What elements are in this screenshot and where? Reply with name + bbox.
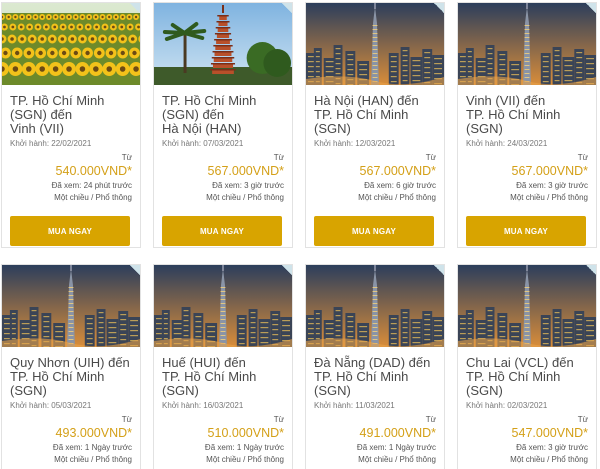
flight-card[interactable]: Chu Lai (VCL) đến TP. Hồ Chí Minh (SGN) … <box>457 264 597 469</box>
corner-fold-icon <box>130 3 140 13</box>
from-label: Từ <box>577 153 588 162</box>
route-title: Quy Nhơn (UIH) đến TP. Hồ Chí Minh (SGN) <box>10 355 130 398</box>
destination-photo <box>458 3 596 85</box>
from-label: Từ <box>273 415 284 424</box>
viewed-time: Đã xem: 1 Ngày trước <box>204 443 284 452</box>
fare-type: Một chiều / Phổ thông <box>206 193 284 202</box>
route-title: Vinh (VII) đến TP. Hồ Chí Minh (SGN) <box>466 93 561 136</box>
buy-now-button[interactable]: MUA NGAY <box>466 216 586 246</box>
corner-fold-icon <box>586 3 596 13</box>
viewed-time: Đã xem: 24 phút trước <box>51 181 132 190</box>
fare-type: Một chiều / Phổ thông <box>510 193 588 202</box>
route-title: Chu Lai (VCL) đến TP. Hồ Chí Minh (SGN) <box>466 355 574 398</box>
departure-date: Khởi hành: 22/02/2021 <box>10 139 92 148</box>
route-title: Đà Nẵng (DAD) đến TP. Hồ Chí Minh (SGN) <box>314 355 431 398</box>
fare-type: Một chiều / Phổ thông <box>510 455 588 464</box>
destination-photo <box>306 3 444 85</box>
departure-date: Khởi hành: 12/03/2021 <box>314 139 396 148</box>
city-image <box>154 265 292 347</box>
corner-fold-icon <box>130 265 140 275</box>
city-image <box>2 265 140 347</box>
city-image <box>458 265 596 347</box>
price: 567.000VND* <box>207 164 284 178</box>
route-title: TP. Hồ Chí Minh (SGN) đến Vinh (VII) <box>10 93 105 136</box>
from-label: Từ <box>121 153 132 162</box>
destination-photo <box>458 265 596 347</box>
fare-type: Một chiều / Phổ thông <box>358 193 436 202</box>
price: 491.000VND* <box>359 426 436 440</box>
flight-card[interactable]: Huế (HUI) đến TP. Hồ Chí Minh (SGN) Khởi… <box>153 264 293 469</box>
price: 493.000VND* <box>55 426 132 440</box>
fare-type: Một chiều / Phổ thông <box>206 455 284 464</box>
from-label: Từ <box>121 415 132 424</box>
corner-fold-icon <box>282 265 292 275</box>
viewed-time: Đã xem: 3 giờ trước <box>516 443 588 452</box>
corner-fold-icon <box>434 265 444 275</box>
route-title: TP. Hồ Chí Minh (SGN) đến Hà Nội (HAN) <box>162 93 257 136</box>
destination-photo <box>306 265 444 347</box>
viewed-time: Đã xem: 3 giờ trước <box>212 181 284 190</box>
city-image <box>306 3 444 85</box>
city-image <box>306 265 444 347</box>
city-image <box>458 3 596 85</box>
fare-type: Một chiều / Phổ thông <box>54 193 132 202</box>
route-title: Hà Nội (HAN) đến TP. Hồ Chí Minh (SGN) <box>314 93 419 136</box>
destination-photo <box>2 3 140 85</box>
departure-date: Khởi hành: 02/03/2021 <box>466 401 548 410</box>
flight-card[interactable]: Quy Nhơn (UIH) đến TP. Hồ Chí Minh (SGN)… <box>1 264 141 469</box>
buy-now-button[interactable]: MUA NGAY <box>10 216 130 246</box>
route-title: Huế (HUI) đến TP. Hồ Chí Minh (SGN) <box>162 355 257 398</box>
from-label: Từ <box>577 415 588 424</box>
viewed-time: Đã xem: 1 Ngày trước <box>356 443 436 452</box>
price: 510.000VND* <box>207 426 284 440</box>
fare-type: Một chiều / Phổ thông <box>54 455 132 464</box>
departure-date: Khởi hành: 16/03/2021 <box>162 401 244 410</box>
flight-card[interactable]: TP. Hồ Chí Minh (SGN) đến Vinh (VII) Khở… <box>1 2 141 248</box>
flight-card[interactable]: Hà Nội (HAN) đến TP. Hồ Chí Minh (SGN) K… <box>305 2 445 248</box>
price: 567.000VND* <box>359 164 436 178</box>
buy-now-button[interactable]: MUA NGAY <box>314 216 434 246</box>
flight-card[interactable]: Vinh (VII) đến TP. Hồ Chí Minh (SGN) Khở… <box>457 2 597 248</box>
destination-photo <box>154 265 292 347</box>
departure-date: Khởi hành: 11/03/2021 <box>314 401 395 410</box>
destination-photo <box>154 3 292 85</box>
viewed-time: Đã xem: 6 giờ trước <box>364 181 436 190</box>
destination-photo <box>2 265 140 347</box>
departure-date: Khởi hành: 07/03/2021 <box>162 139 244 148</box>
flight-card[interactable]: Đà Nẵng (DAD) đến TP. Hồ Chí Minh (SGN) … <box>305 264 445 469</box>
corner-fold-icon <box>282 3 292 13</box>
pagoda-image <box>154 3 292 85</box>
from-label: Từ <box>425 153 436 162</box>
flight-card[interactable]: TP. Hồ Chí Minh (SGN) đến Hà Nội (HAN) K… <box>153 2 293 248</box>
departure-date: Khởi hành: 05/03/2021 <box>10 401 92 410</box>
from-label: Từ <box>273 153 284 162</box>
viewed-time: Đã xem: 1 Ngày trước <box>52 443 132 452</box>
price: 567.000VND* <box>511 164 588 178</box>
viewed-time: Đã xem: 3 giờ trước <box>516 181 588 190</box>
buy-now-button[interactable]: MUA NGAY <box>162 216 282 246</box>
from-label: Từ <box>425 415 436 424</box>
corner-fold-icon <box>434 3 444 13</box>
departure-date: Khởi hành: 24/03/2021 <box>466 139 548 148</box>
price: 540.000VND* <box>55 164 132 178</box>
sunflowers-image <box>2 3 140 85</box>
corner-fold-icon <box>586 265 596 275</box>
fare-type: Một chiều / Phổ thông <box>358 455 436 464</box>
price: 547.000VND* <box>511 426 588 440</box>
